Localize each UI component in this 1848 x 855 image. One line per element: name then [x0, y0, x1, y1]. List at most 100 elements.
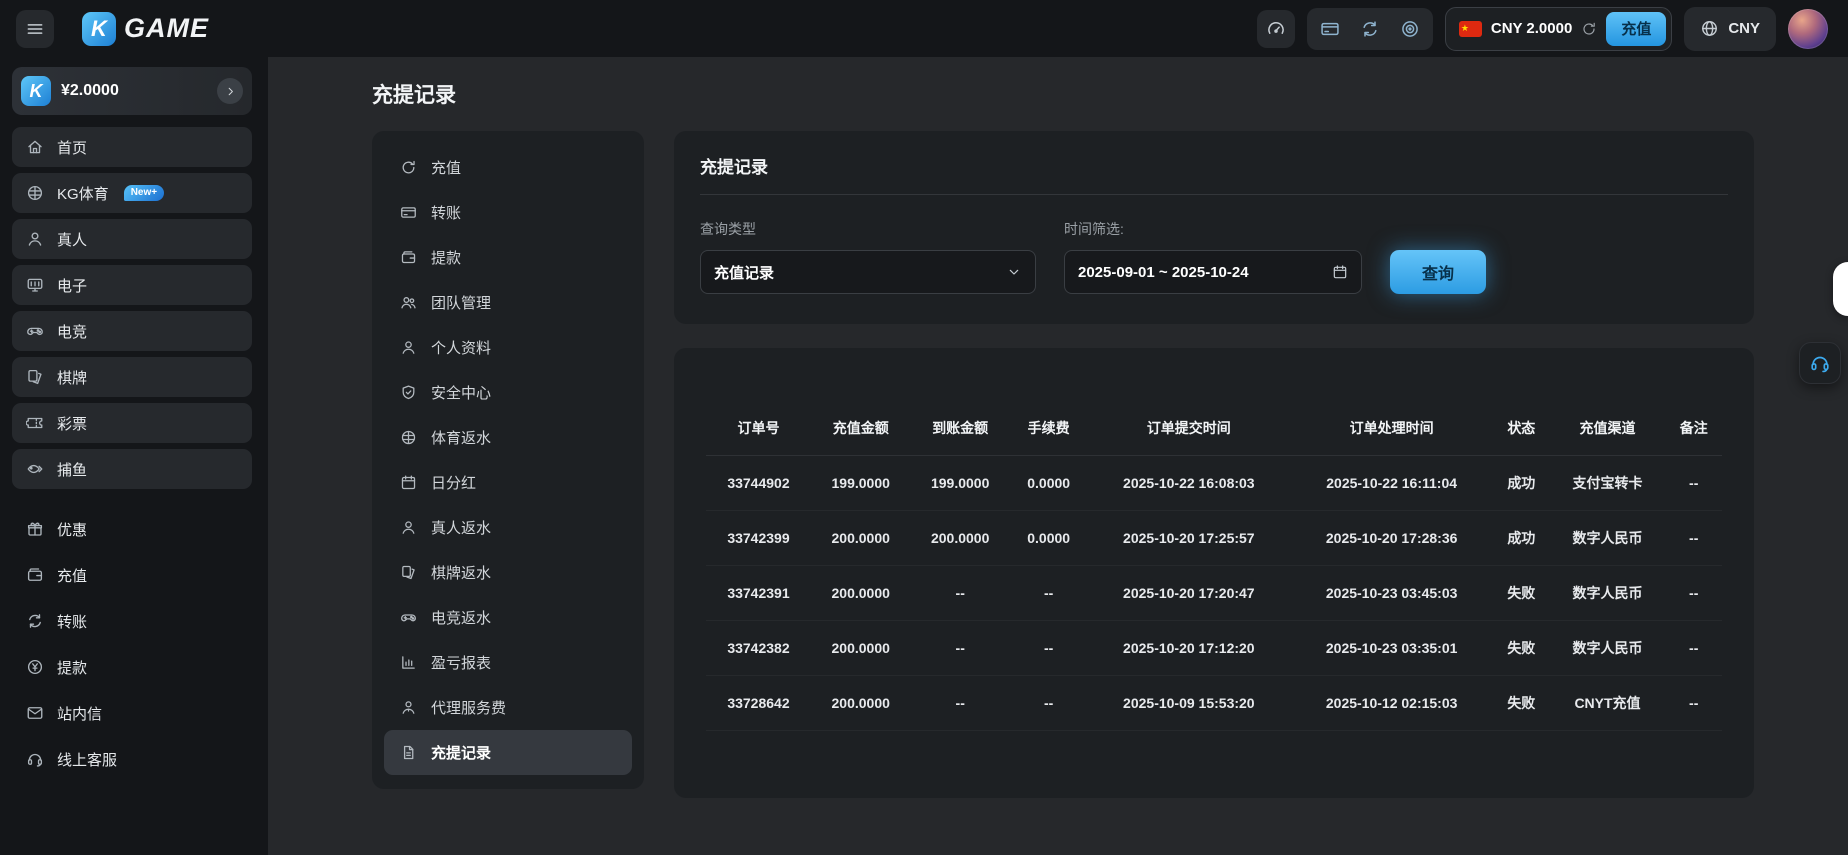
sidebar-item-5[interactable]: 棋牌 [12, 357, 252, 397]
speedometer-button[interactable] [1257, 10, 1295, 48]
sidebar-item-secondary-5[interactable]: 线上客服 [12, 739, 252, 779]
submenu-item-0[interactable]: 充值 [384, 145, 632, 190]
sidebar-item-6[interactable]: 彩票 [12, 403, 252, 443]
column-header: 订单提交时间 [1087, 406, 1290, 456]
table-cell: 数字人民币 [1550, 511, 1666, 566]
sidebar-item-label: 转账 [57, 611, 87, 632]
submenu-item-8[interactable]: 真人返水 [384, 505, 632, 550]
date-range-input[interactable]: 2025-09-01 ~ 2025-10-24 [1064, 250, 1362, 294]
divider [700, 194, 1728, 195]
wallet-summary[interactable]: ★ CNY 2.0000 充值 [1445, 7, 1672, 51]
submenu-item-7[interactable]: 日分红 [384, 460, 632, 505]
table-cell: 200.0000 [811, 566, 910, 621]
sidebar-balance-card[interactable]: K ¥2.0000 [12, 67, 252, 115]
submenu-item-label: 真人返水 [431, 517, 491, 538]
table-cell: 200.0000 [811, 621, 910, 676]
currency-selector[interactable]: CNY [1684, 7, 1776, 51]
wallet-balance-text: CNY 2.0000 [1491, 20, 1572, 37]
submenu-item-9[interactable]: 棋牌返水 [384, 550, 632, 595]
calendar-icon [400, 474, 417, 491]
filter-card: 充提记录 查询类型 充值记录 时间筛选: [674, 131, 1754, 324]
sidebar-item-0[interactable]: 首页 [12, 127, 252, 167]
sidebar-item-label: 棋牌 [57, 367, 87, 388]
date-range-field: 时间筛选: 2025-09-01 ~ 2025-10-24 [1064, 219, 1362, 294]
sidebar-item-label: 优惠 [57, 519, 87, 540]
shield-icon [400, 384, 417, 401]
submenu-item-13[interactable]: 充提记录 [384, 730, 632, 775]
target-button[interactable] [1393, 12, 1427, 46]
sidebar-item-secondary-1[interactable]: 充值 [12, 555, 252, 595]
page-title: 充提记录 [372, 79, 1754, 109]
record-type-field: 查询类型 充值记录 [700, 219, 1036, 294]
calendar-icon [1332, 264, 1348, 280]
table-cell: -- [1665, 456, 1722, 511]
header-actions: ★ CNY 2.0000 充值 CNY [1257, 7, 1828, 51]
submenu-item-label: 代理服务费 [431, 697, 506, 718]
submenu-item-5[interactable]: 安全中心 [384, 370, 632, 415]
logo-text: GAME [124, 13, 209, 44]
logo-k-icon: K [82, 12, 116, 46]
hamburger-menu-button[interactable] [16, 10, 54, 48]
fish-icon [26, 460, 44, 478]
submenu-item-1[interactable]: 转账 [384, 190, 632, 235]
table-cell: -- [1665, 676, 1722, 731]
sidebar-item-secondary-4[interactable]: 站内信 [12, 693, 252, 733]
table-cell: 2025-10-23 03:45:03 [1290, 566, 1493, 621]
table-cell: 2025-10-20 17:12:20 [1087, 621, 1290, 676]
exchange-button[interactable] [1353, 12, 1387, 46]
table-cell: -- [1010, 566, 1087, 621]
sidebar-balance-text: ¥2.0000 [61, 82, 119, 100]
table-cell: 200.0000 [811, 511, 910, 566]
table-cell: 2025-10-20 17:25:57 [1087, 511, 1290, 566]
sidebar-item-3[interactable]: 电子 [12, 265, 252, 305]
brand-logo[interactable]: K GAME [82, 12, 209, 46]
chevron-right-icon [224, 85, 237, 98]
target-icon [1400, 19, 1420, 39]
sidebar-item-1[interactable]: KG体育New+ [12, 173, 252, 213]
dealer-icon [400, 519, 417, 536]
date-range-label: 时间筛选: [1064, 219, 1362, 239]
deposit-button[interactable]: 充值 [1606, 12, 1666, 46]
submenu-item-11[interactable]: 盈亏报表 [384, 640, 632, 685]
table-cell: 2025-10-20 17:28:36 [1290, 511, 1493, 566]
table-cell: 支付宝转卡 [1550, 456, 1666, 511]
ticket-icon [26, 414, 44, 432]
table-cell: CNYT充值 [1550, 676, 1666, 731]
table-cell: 成功 [1493, 456, 1550, 511]
bank-card-button[interactable] [1313, 12, 1347, 46]
table-cell: 2025-10-23 03:35:01 [1290, 621, 1493, 676]
side-panel-tab[interactable] [1833, 262, 1848, 316]
submenu-item-10[interactable]: 电竞返水 [384, 595, 632, 640]
sidebar-item-secondary-0[interactable]: 优惠 [12, 509, 252, 549]
table-cell: 2025-10-22 16:08:03 [1087, 456, 1290, 511]
date-range-value: 2025-09-01 ~ 2025-10-24 [1078, 264, 1249, 281]
submenu-item-2[interactable]: 提款 [384, 235, 632, 280]
sidebar-item-label: 线上客服 [57, 749, 117, 770]
submenu-item-label: 盈亏报表 [431, 652, 491, 673]
record-type-select[interactable]: 充值记录 [700, 250, 1036, 294]
record-type-label: 查询类型 [700, 219, 1036, 239]
balance-expand-button[interactable] [217, 78, 243, 104]
sidebar-item-label: 真人 [57, 229, 87, 250]
avatar[interactable] [1788, 9, 1828, 49]
submenu-item-4[interactable]: 个人资料 [384, 325, 632, 370]
submenu-item-label: 个人资料 [431, 337, 491, 358]
sidebar-item-7[interactable]: 捕鱼 [12, 449, 252, 489]
submenu-item-6[interactable]: 体育返水 [384, 415, 632, 460]
submenu-item-12[interactable]: 代理服务费 [384, 685, 632, 730]
sidebar-item-4[interactable]: 电竞 [12, 311, 252, 351]
submenu-item-label: 安全中心 [431, 382, 491, 403]
refresh-balance-icon[interactable] [1581, 21, 1597, 37]
sidebar-item-secondary-2[interactable]: 转账 [12, 601, 252, 641]
support-fab[interactable] [1799, 342, 1841, 384]
query-button[interactable]: 查询 [1390, 250, 1486, 294]
column-header: 状态 [1493, 406, 1550, 456]
table-cell: 失败 [1493, 566, 1550, 621]
new-badge: New+ [124, 185, 164, 201]
table-cell: 失败 [1493, 621, 1550, 676]
sidebar-item-secondary-3[interactable]: 提款 [12, 647, 252, 687]
sidebar-item-2[interactable]: 真人 [12, 219, 252, 259]
submenu-item-3[interactable]: 团队管理 [384, 280, 632, 325]
table-cell: 33728642 [706, 676, 811, 731]
table-cell: 数字人民币 [1550, 621, 1666, 676]
